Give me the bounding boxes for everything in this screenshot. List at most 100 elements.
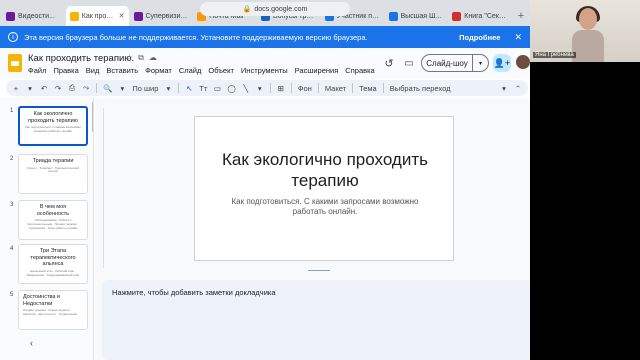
image-icon[interactable]: ▭	[213, 84, 221, 93]
slideshow-button[interactable]: Слайд-шоу ▾	[421, 54, 489, 72]
background-button[interactable]: Фон	[298, 84, 312, 93]
collapse-toolbar-icon[interactable]: ⌃	[514, 84, 522, 93]
chevron-down-icon[interactable]: ▾	[256, 84, 264, 93]
presenter-head	[579, 8, 597, 30]
learn-more-link[interactable]: Подробнее	[459, 33, 500, 42]
banner-text: Эта версия браузера больше не поддержива…	[24, 32, 368, 42]
menu-bar: Файл Правка Вид Вставить Формат Слайд Об…	[28, 66, 375, 75]
slide-number: 3	[10, 202, 14, 208]
layout-button[interactable]: Макет	[325, 84, 346, 93]
comment-add-icon[interactable]: ⊞	[277, 84, 285, 93]
menu-edit[interactable]: Правка	[53, 66, 78, 75]
thumbnail-title: В чем моя особенность	[36, 204, 70, 217]
share-button[interactable]: 👤+	[493, 54, 511, 72]
menu-object[interactable]: Объект	[208, 66, 234, 75]
text-box-icon[interactable]: Tт	[199, 84, 207, 93]
document-title[interactable]: Как проходить терапию.	[28, 53, 134, 64]
pen-icon[interactable]: ▾	[500, 84, 508, 93]
comments-icon[interactable]: ▭	[402, 56, 416, 70]
browser-tab[interactable]: Высшая Ш...	[385, 6, 448, 26]
webcam-panel: Яна Гребнева	[530, 0, 640, 360]
webcam-video: Яна Гребнева	[530, 0, 640, 62]
slide-number: 1	[10, 108, 14, 114]
slide-thumbnail[interactable]: В чем моя особенность Психодинамика · Ра…	[18, 200, 88, 240]
filmstrip-item[interactable]: 4 Три Этапа терапевтического альянса Нач…	[0, 244, 93, 286]
star-icon[interactable]: ☆	[126, 53, 133, 63]
chevron-down-icon[interactable]: ▾	[118, 84, 126, 93]
title-icons: ☆ ⧉ ☁	[126, 53, 157, 63]
info-icon: i	[8, 32, 18, 42]
tab-favicon-icon	[6, 11, 15, 21]
select-cursor-icon[interactable]: ↖	[185, 84, 193, 93]
tab-favicon-icon	[388, 11, 398, 21]
undo-icon[interactable]: ↶	[40, 84, 48, 93]
chevron-down-icon[interactable]: ▾	[26, 84, 34, 93]
participant-name: Яна Гребнева	[533, 52, 576, 58]
slide-thumbnail[interactable]: Три Этапа терапевтического альянса Начал…	[18, 244, 88, 284]
new-slide-icon[interactable]: +	[12, 84, 20, 93]
menu-help[interactable]: Справка	[345, 66, 374, 75]
url-text: docs.google.com	[254, 5, 308, 13]
cloud-status-icon[interactable]: ☁	[149, 53, 157, 63]
transition-button[interactable]: Выбрать переход	[390, 84, 451, 93]
line-icon[interactable]: ╲	[242, 84, 250, 93]
move-icon[interactable]: ⧉	[138, 53, 144, 63]
slide-thumbnail[interactable]: Как экологично проходить терапию Как под…	[18, 106, 88, 146]
browser-tab[interactable]: Супервизия...	[130, 6, 193, 26]
slide-thumbnail[interactable]: Достоинства и Недостатки Онлайн терапия …	[18, 290, 88, 330]
slides-logo-icon[interactable]	[8, 54, 22, 72]
new-tab-button[interactable]: +	[512, 6, 530, 26]
close-icon[interactable]: ✕	[514, 32, 522, 43]
filmstrip-item[interactable]: 1 Как экологично проходить терапию Как п…	[0, 106, 93, 148]
menu-insert[interactable]: Вставить	[106, 66, 138, 75]
slide-filmstrip: 1 Как экологично проходить терапию Как п…	[0, 98, 94, 360]
thumbnail-body: Клиент · Терапевт · Терапевтический алья…	[26, 165, 79, 174]
address-bar[interactable]: 🔒 docs.google.com	[200, 2, 350, 16]
thumbnail-title: Как экологично проходить терапию	[28, 111, 78, 124]
tab-close-icon[interactable]: ✕	[119, 12, 125, 20]
redo-icon[interactable]: ↷	[54, 84, 62, 93]
theme-button[interactable]: Тема	[359, 84, 377, 93]
slide-number: 2	[10, 156, 14, 162]
collapse-filmstrip-icon[interactable]: ‹	[30, 338, 33, 348]
tab-label: Видеости...	[18, 12, 55, 20]
avatar[interactable]	[516, 55, 530, 69]
menu-view[interactable]: Вид	[86, 66, 100, 75]
menu-format[interactable]: Формат	[145, 66, 172, 75]
menu-slide[interactable]: Слайд	[179, 66, 202, 75]
chevron-down-icon[interactable]: ▾	[472, 55, 488, 71]
slide-thumbnail[interactable]: Триада терапии Клиент · Терапевт · Терап…	[18, 154, 88, 194]
slides-favicon-icon	[69, 11, 79, 21]
thumbnail-body: Начальный этап · Рабочий этап · Завершен…	[26, 268, 80, 277]
menu-file[interactable]: Файл	[28, 66, 46, 75]
thumbnail-body: Как подготовиться. С какими запросами во…	[25, 125, 81, 134]
chevron-down-icon[interactable]: ▾	[164, 84, 172, 93]
speaker-notes[interactable]: Нажмите, чтобы добавить заметки докладчи…	[102, 280, 532, 360]
paint-format-icon[interactable]: ⤳	[82, 83, 90, 93]
shape-icon[interactable]: ◯	[227, 84, 235, 93]
browser-tab[interactable]: Видеости...	[2, 6, 65, 26]
tab-label: Книга "Сексо...	[464, 12, 507, 20]
zoom-fit-select[interactable]: По шир	[132, 84, 158, 93]
slide-subtitle[interactable]: Как подготовиться. С какими запросами во…	[215, 197, 435, 217]
filmstrip-item[interactable]: 2 Триада терапии Клиент · Терапевт · Тер…	[0, 154, 93, 196]
current-slide[interactable]: Как экологично проходить терапию Как под…	[194, 116, 454, 261]
toolbar-divider	[96, 83, 97, 93]
tab-label: Супервизия...	[145, 12, 189, 20]
browser-tab[interactable]: Книга "Сексо...	[448, 6, 511, 26]
browser-tab-active[interactable]: Как проходи...✕	[65, 6, 129, 26]
notes-resize-handle[interactable]	[308, 270, 330, 271]
slide-canvas: Как экологично проходить терапию Как под…	[95, 98, 532, 360]
filmstrip-item[interactable]: 5 Достоинства и Недостатки Онлайн терапи…	[0, 290, 93, 332]
presenter-body	[572, 30, 604, 62]
history-icon[interactable]: ↺	[382, 56, 396, 70]
slide-title[interactable]: Как экологично проходить терапию	[195, 149, 455, 192]
print-icon[interactable]: ⎙	[68, 83, 76, 93]
toolbar-divider	[352, 83, 354, 93]
filmstrip-item[interactable]: 3 В чем моя особенность Психодинамика · …	[0, 200, 93, 242]
menu-tools[interactable]: Инструменты	[241, 66, 288, 75]
menu-extensions[interactable]: Расширения	[295, 66, 339, 75]
zoom-icon[interactable]: 🔍	[103, 84, 112, 93]
app-window: Видеости... Как проходи...✕ Супервизия..…	[0, 0, 640, 360]
toolbar-divider	[178, 83, 180, 93]
